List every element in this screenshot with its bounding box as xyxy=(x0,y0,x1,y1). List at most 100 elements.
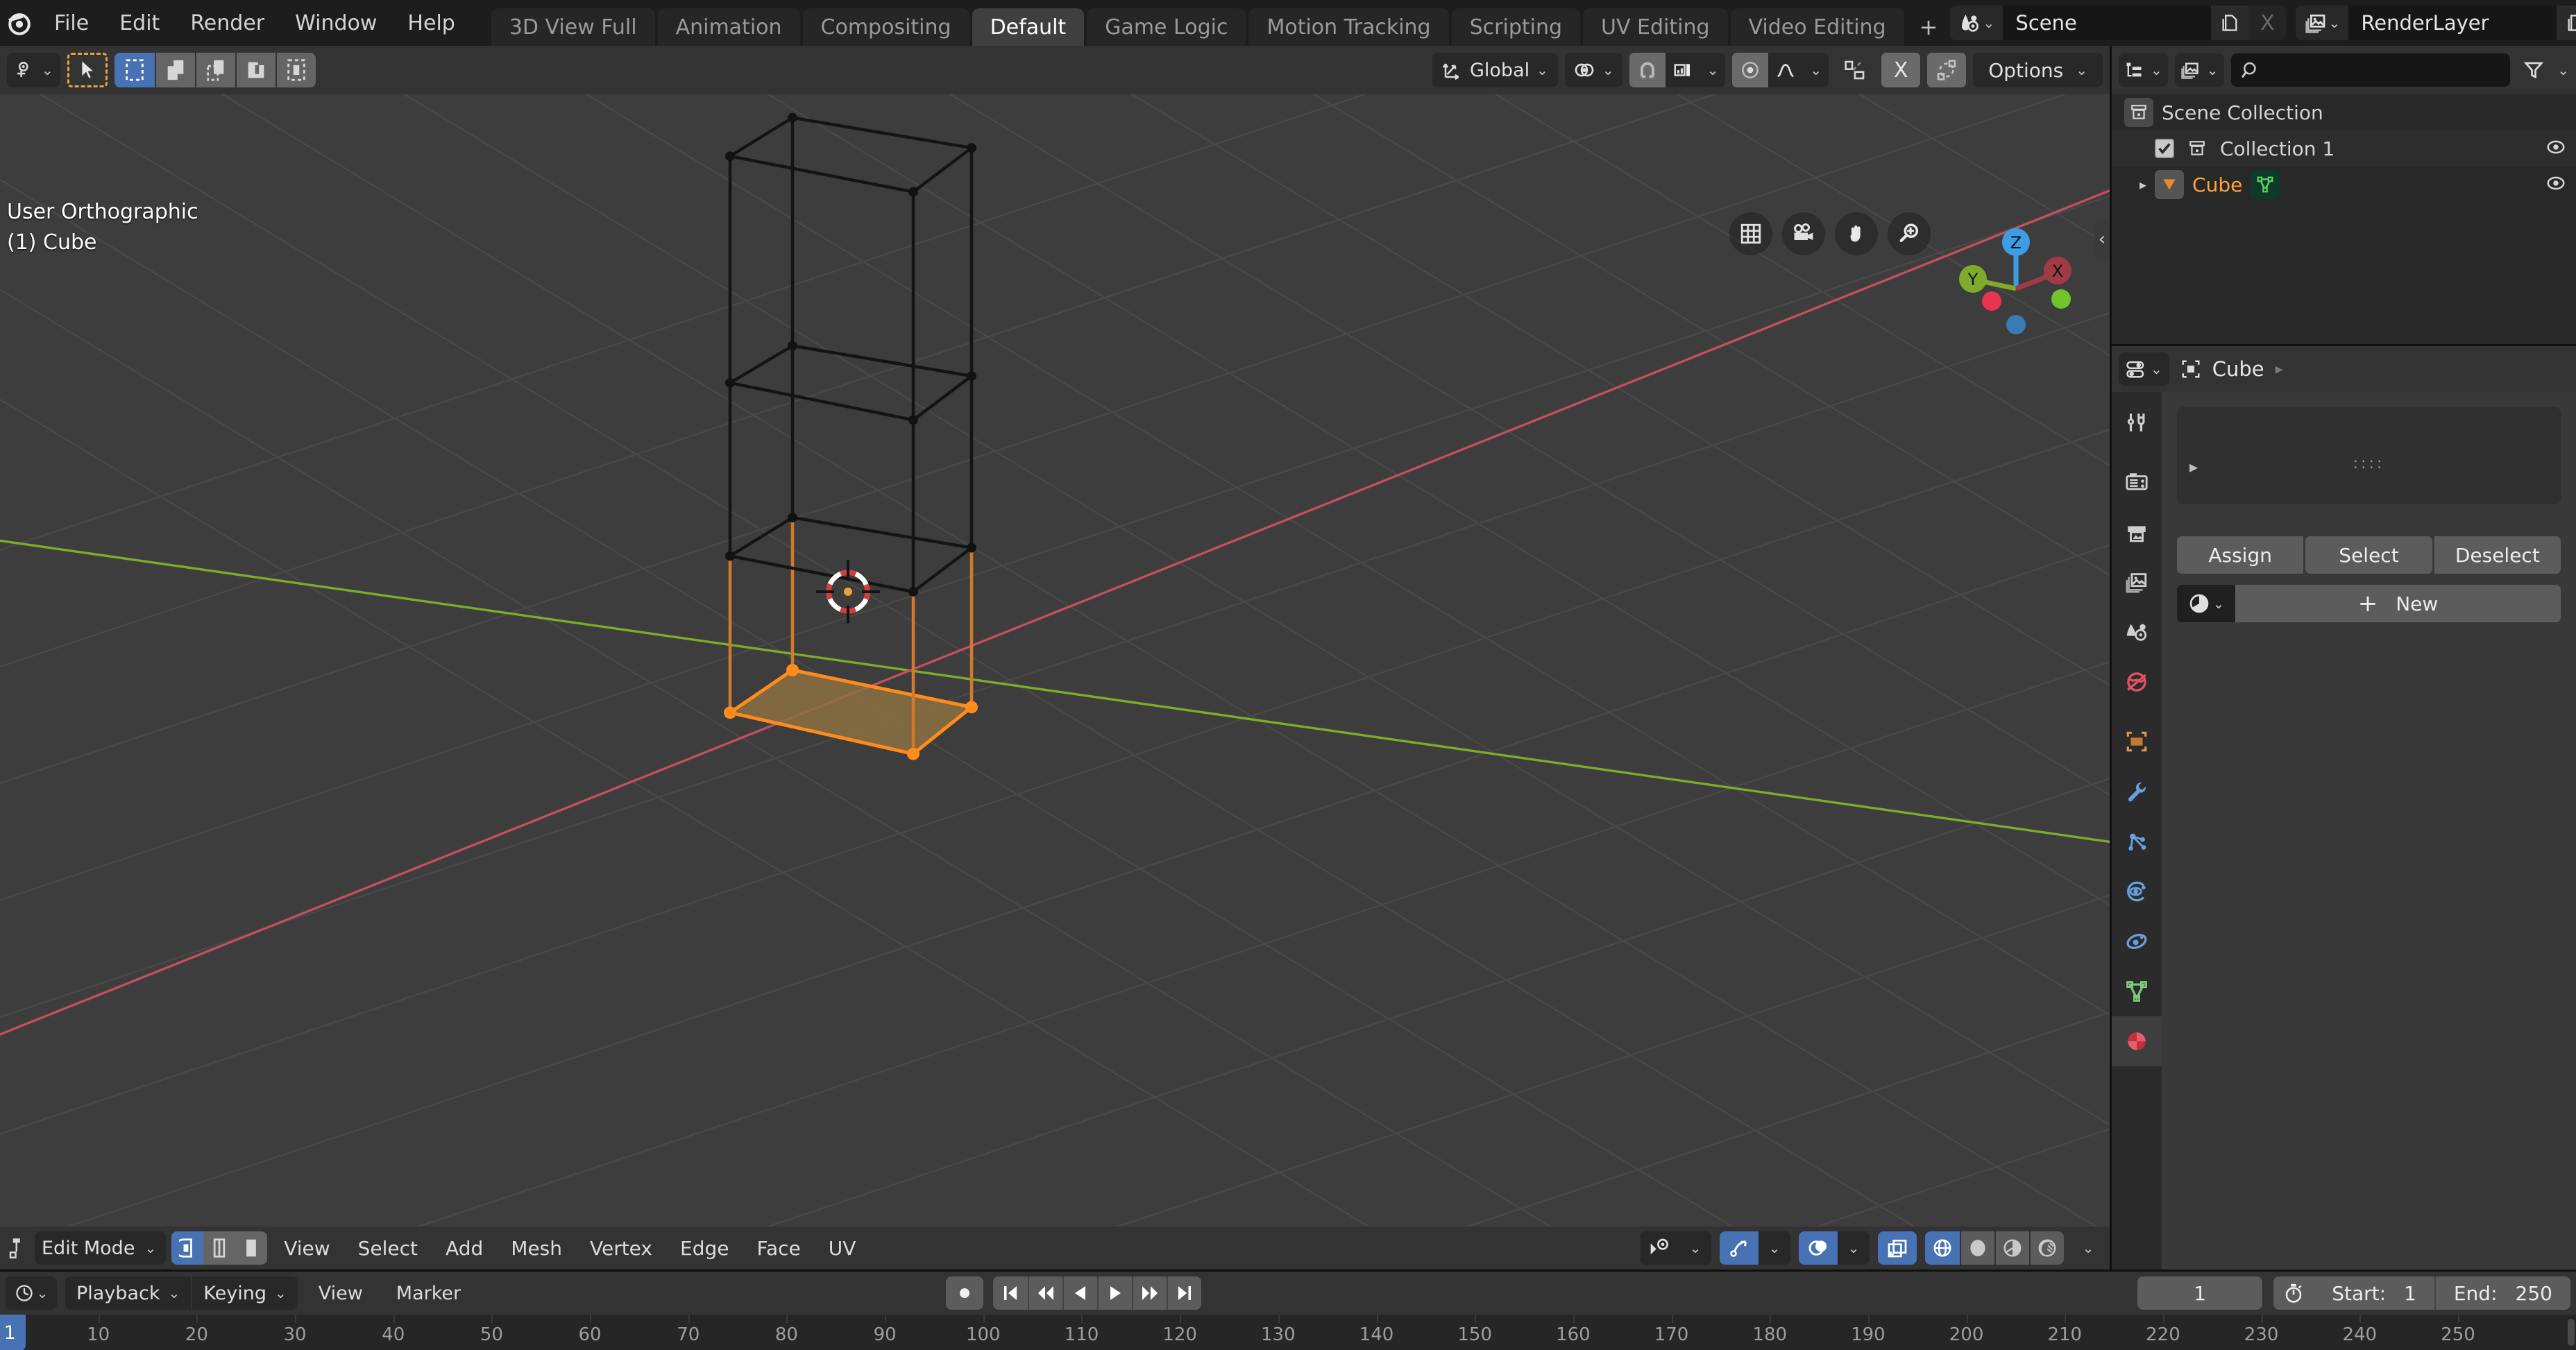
deselect-button[interactable]: Deselect xyxy=(2434,536,2561,574)
workspace-tab-default[interactable]: Default xyxy=(972,8,1085,46)
snap-increment-icon[interactable] xyxy=(1666,53,1700,87)
gizmo-icon[interactable] xyxy=(1720,1231,1759,1265)
collection-visibility-checkbox[interactable] xyxy=(2155,139,2174,158)
workspace-tab-3d-view-full[interactable]: 3D View Full xyxy=(491,8,655,46)
properties-tab-tool[interactable] xyxy=(2112,398,2162,447)
shading-solid-icon[interactable] xyxy=(1960,1231,1994,1265)
viewport-menu-uv[interactable]: UV xyxy=(817,1231,867,1265)
shading-material-icon[interactable] xyxy=(1994,1231,2029,1265)
overlays-icon[interactable] xyxy=(1799,1231,1838,1265)
scene-icon[interactable]: ⌄ xyxy=(1950,6,2003,40)
prev-keyframe-icon[interactable] xyxy=(1027,1276,1062,1310)
viewport-menu-vertex[interactable]: Vertex xyxy=(579,1231,663,1265)
workspace-tab-animation[interactable]: Animation xyxy=(657,8,800,46)
current-frame-field[interactable]: 1 xyxy=(2137,1276,2263,1310)
scene-name-field[interactable]: Scene xyxy=(2003,6,2211,40)
mirror-x-button[interactable]: X xyxy=(1881,53,1921,87)
frame-end-field[interactable]: End: 250 xyxy=(2434,1276,2570,1310)
outliner-display-mode-icon[interactable]: ⌄ xyxy=(2119,53,2168,87)
new-material-button[interactable]: + New xyxy=(2235,585,2561,622)
add-workspace-button[interactable]: + xyxy=(1907,8,1951,46)
timeline-menu-view[interactable]: View xyxy=(306,1276,375,1310)
workspace-tab-video-editing[interactable]: Video Editing xyxy=(1730,8,1904,46)
automerge-icon[interactable] xyxy=(1927,53,1967,87)
visibility-chevron[interactable]: ⌄ xyxy=(1679,1231,1711,1265)
workspace-tab-motion-tracking[interactable]: Motion Tracking xyxy=(1248,8,1449,46)
filter-funnel-icon[interactable] xyxy=(2517,53,2550,87)
outliner-row-cube[interactable]: ▸ Cube xyxy=(2112,166,2576,203)
mirror-icon[interactable] xyxy=(1836,53,1874,87)
menu-file[interactable]: File xyxy=(39,6,104,40)
zoom-magnifier-icon[interactable] xyxy=(1888,212,1931,255)
shading-chevron[interactable]: ⌄ xyxy=(2072,1231,2104,1265)
menu-edit[interactable]: Edit xyxy=(104,6,175,40)
play-icon[interactable] xyxy=(1096,1276,1132,1310)
navigation-gizmo[interactable]: Z Y X xyxy=(1950,219,2082,351)
workspace-tab-compositing[interactable]: Compositing xyxy=(802,8,969,46)
falloff-smooth-icon[interactable] xyxy=(1768,53,1803,87)
timeline-ruler[interactable]: 10 20 30 40 50 60 70 80 90 100 110 120 130 140 150 160 1… xyxy=(0,1315,2576,1350)
outliner-viewlayer-icon[interactable]: ⌄ xyxy=(2174,53,2224,87)
outliner-row-collection-1[interactable]: Collection 1 xyxy=(2112,130,2576,166)
editor-type-3dview-icon[interactable]: ⌄ xyxy=(7,53,60,87)
falloff-dropdown-chevron[interactable]: ⌄ xyxy=(1803,53,1829,87)
grid-icon[interactable] xyxy=(1729,212,1772,255)
viewport-menu-view[interactable]: View xyxy=(273,1231,341,1265)
menu-help[interactable]: Help xyxy=(392,6,470,40)
unlink-scene-button[interactable]: X xyxy=(2248,6,2287,40)
jump-end-icon[interactable] xyxy=(1166,1276,1201,1310)
tool-select-box-cursor[interactable] xyxy=(67,53,108,87)
properties-tab-data[interactable] xyxy=(2112,966,2162,1016)
resize-grip-icon[interactable]: :::: xyxy=(2353,455,2385,472)
select-intersect-icon[interactable] xyxy=(275,53,316,87)
viewport-menu-edge[interactable]: Edge xyxy=(669,1231,740,1265)
properties-tab-world[interactable] xyxy=(2112,657,2162,707)
search-input[interactable] xyxy=(2230,53,2511,87)
timeline-menu-marker[interactable]: Marker xyxy=(384,1276,473,1310)
edge-select-icon[interactable] xyxy=(203,1231,236,1265)
properties-tab-output[interactable] xyxy=(2112,507,2162,557)
select-subtract-icon[interactable] xyxy=(194,53,235,87)
properties-tab-modifiers[interactable] xyxy=(2112,767,2162,817)
proportional-edit-icon[interactable] xyxy=(1732,53,1769,87)
eye-visibility-icon[interactable] xyxy=(2545,173,2566,196)
transform-orientation-dropdown[interactable]: Global ⌄ xyxy=(1432,53,1558,87)
snap-dropdown-chevron[interactable]: ⌄ xyxy=(1700,53,1726,87)
mode-selector[interactable]: Edit Mode ⌄ xyxy=(35,1231,167,1265)
properties-tab-constraints[interactable] xyxy=(2112,916,2162,966)
xray-toggle-icon[interactable] xyxy=(1878,1231,1917,1265)
viewport-menu-add[interactable]: Add xyxy=(434,1231,494,1265)
select-invert-icon[interactable] xyxy=(235,53,276,87)
hand-pan-icon[interactable] xyxy=(1835,212,1878,255)
workspace-tab-uv-editing[interactable]: UV Editing xyxy=(1583,8,1728,46)
viewlayer-name-field[interactable]: RenderLayer xyxy=(2348,6,2557,40)
new-scene-button[interactable] xyxy=(2211,6,2249,40)
select-button[interactable]: Select xyxy=(2305,536,2432,574)
frame-start-field[interactable]: Start: 1 xyxy=(2314,1276,2434,1310)
jump-start-icon[interactable] xyxy=(993,1276,1028,1310)
gizmo-chevron[interactable]: ⌄ xyxy=(1759,1231,1790,1265)
eye-visibility-icon[interactable] xyxy=(2545,137,2566,160)
pivot-point-dropdown[interactable]: ⌄ xyxy=(1564,53,1622,87)
outliner-row-scene-collection[interactable]: Scene Collection xyxy=(2112,94,2576,130)
vertex-select-icon[interactable] xyxy=(171,1231,204,1265)
viewport-options-dropdown[interactable]: Options ⌄ xyxy=(1973,53,2103,87)
magnet-icon[interactable] xyxy=(1629,53,1666,87)
new-viewlayer-button[interactable] xyxy=(2557,6,2576,40)
viewport-menu-face[interactable]: Face xyxy=(745,1231,811,1265)
timeline-scrollbar[interactable] xyxy=(2568,1319,2575,1346)
properties-tab-view-layer[interactable] xyxy=(2112,557,2162,607)
properties-tab-particles[interactable] xyxy=(2112,817,2162,866)
viewport-menu-select[interactable]: Select xyxy=(347,1231,429,1265)
play-reverse-icon[interactable] xyxy=(1062,1276,1097,1310)
timeline-menu-keying[interactable]: Keying ⌄ xyxy=(191,1276,297,1310)
record-dot-icon[interactable] xyxy=(945,1276,983,1310)
properties-tab-material[interactable] xyxy=(2112,1016,2162,1066)
viewport-menu-mesh[interactable]: Mesh xyxy=(500,1231,573,1265)
properties-editor-icon[interactable]: ⌄ xyxy=(2119,352,2169,386)
mesh-data-icon[interactable] xyxy=(2251,170,2280,199)
select-extend-icon[interactable] xyxy=(154,53,195,87)
timeline-menu-playback[interactable]: Playback ⌄ xyxy=(65,1276,191,1310)
expand-triangle-icon[interactable]: ▸ xyxy=(2189,457,2198,477)
timeline-playhead-label[interactable]: 1 xyxy=(0,1315,26,1350)
